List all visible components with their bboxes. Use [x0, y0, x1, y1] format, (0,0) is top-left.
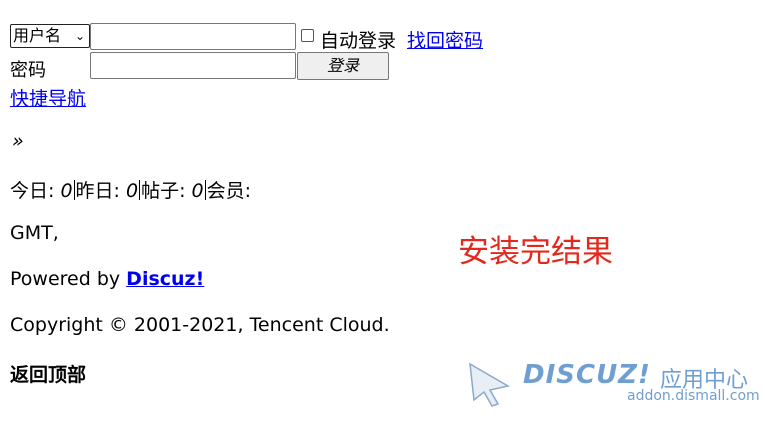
back-to-top-link[interactable]: 返回顶部: [10, 360, 86, 387]
login-button[interactable]: 登录: [297, 52, 389, 80]
chevron-down-icon: ⌄: [74, 29, 85, 43]
username-input[interactable]: [90, 23, 296, 50]
powered-by-prefix: Powered by: [10, 268, 127, 290]
copyright-text: Copyright © 2001-2021, Tencent Cloud.: [10, 314, 390, 336]
install-result-caption: 安装完结果: [458, 234, 613, 270]
stats-divider: [204, 180, 206, 200]
today-value: 0: [60, 180, 73, 202]
stats-divider: [139, 180, 141, 200]
members-label: 会员:: [206, 180, 252, 202]
stats-divider: [73, 180, 75, 200]
watermark-brand: DISCUZ!: [523, 360, 651, 390]
posts-value: 0: [191, 180, 204, 202]
watermark-url: addon.dismall.com: [627, 388, 760, 404]
breadcrumb: »: [12, 130, 24, 152]
posts-label: 帖子:: [141, 180, 192, 202]
yesterday-value: 0: [126, 180, 139, 202]
yesterday-label: 昨日:: [75, 180, 126, 202]
quick-nav-link[interactable]: 快捷导航: [10, 84, 86, 111]
discuz-link[interactable]: Discuz!: [126, 268, 204, 290]
username-type-selected: 用户名: [13, 26, 62, 45]
autologin-label: 自动登录: [320, 30, 397, 52]
password-input[interactable]: [90, 52, 296, 79]
powered-by: Powered by Discuz!: [10, 268, 204, 290]
username-type-select[interactable]: 用户名 ⌄: [10, 24, 90, 48]
forum-stats: 今日: 0 昨日: 0 帖子: 0 会员:: [10, 176, 251, 203]
forgot-password-link[interactable]: 找回密码: [407, 26, 483, 53]
timezone-text: GMT,: [10, 222, 59, 244]
password-label: 密码: [10, 60, 46, 81]
today-label: 今日:: [10, 180, 61, 202]
autologin-checkbox[interactable]: [301, 29, 314, 42]
